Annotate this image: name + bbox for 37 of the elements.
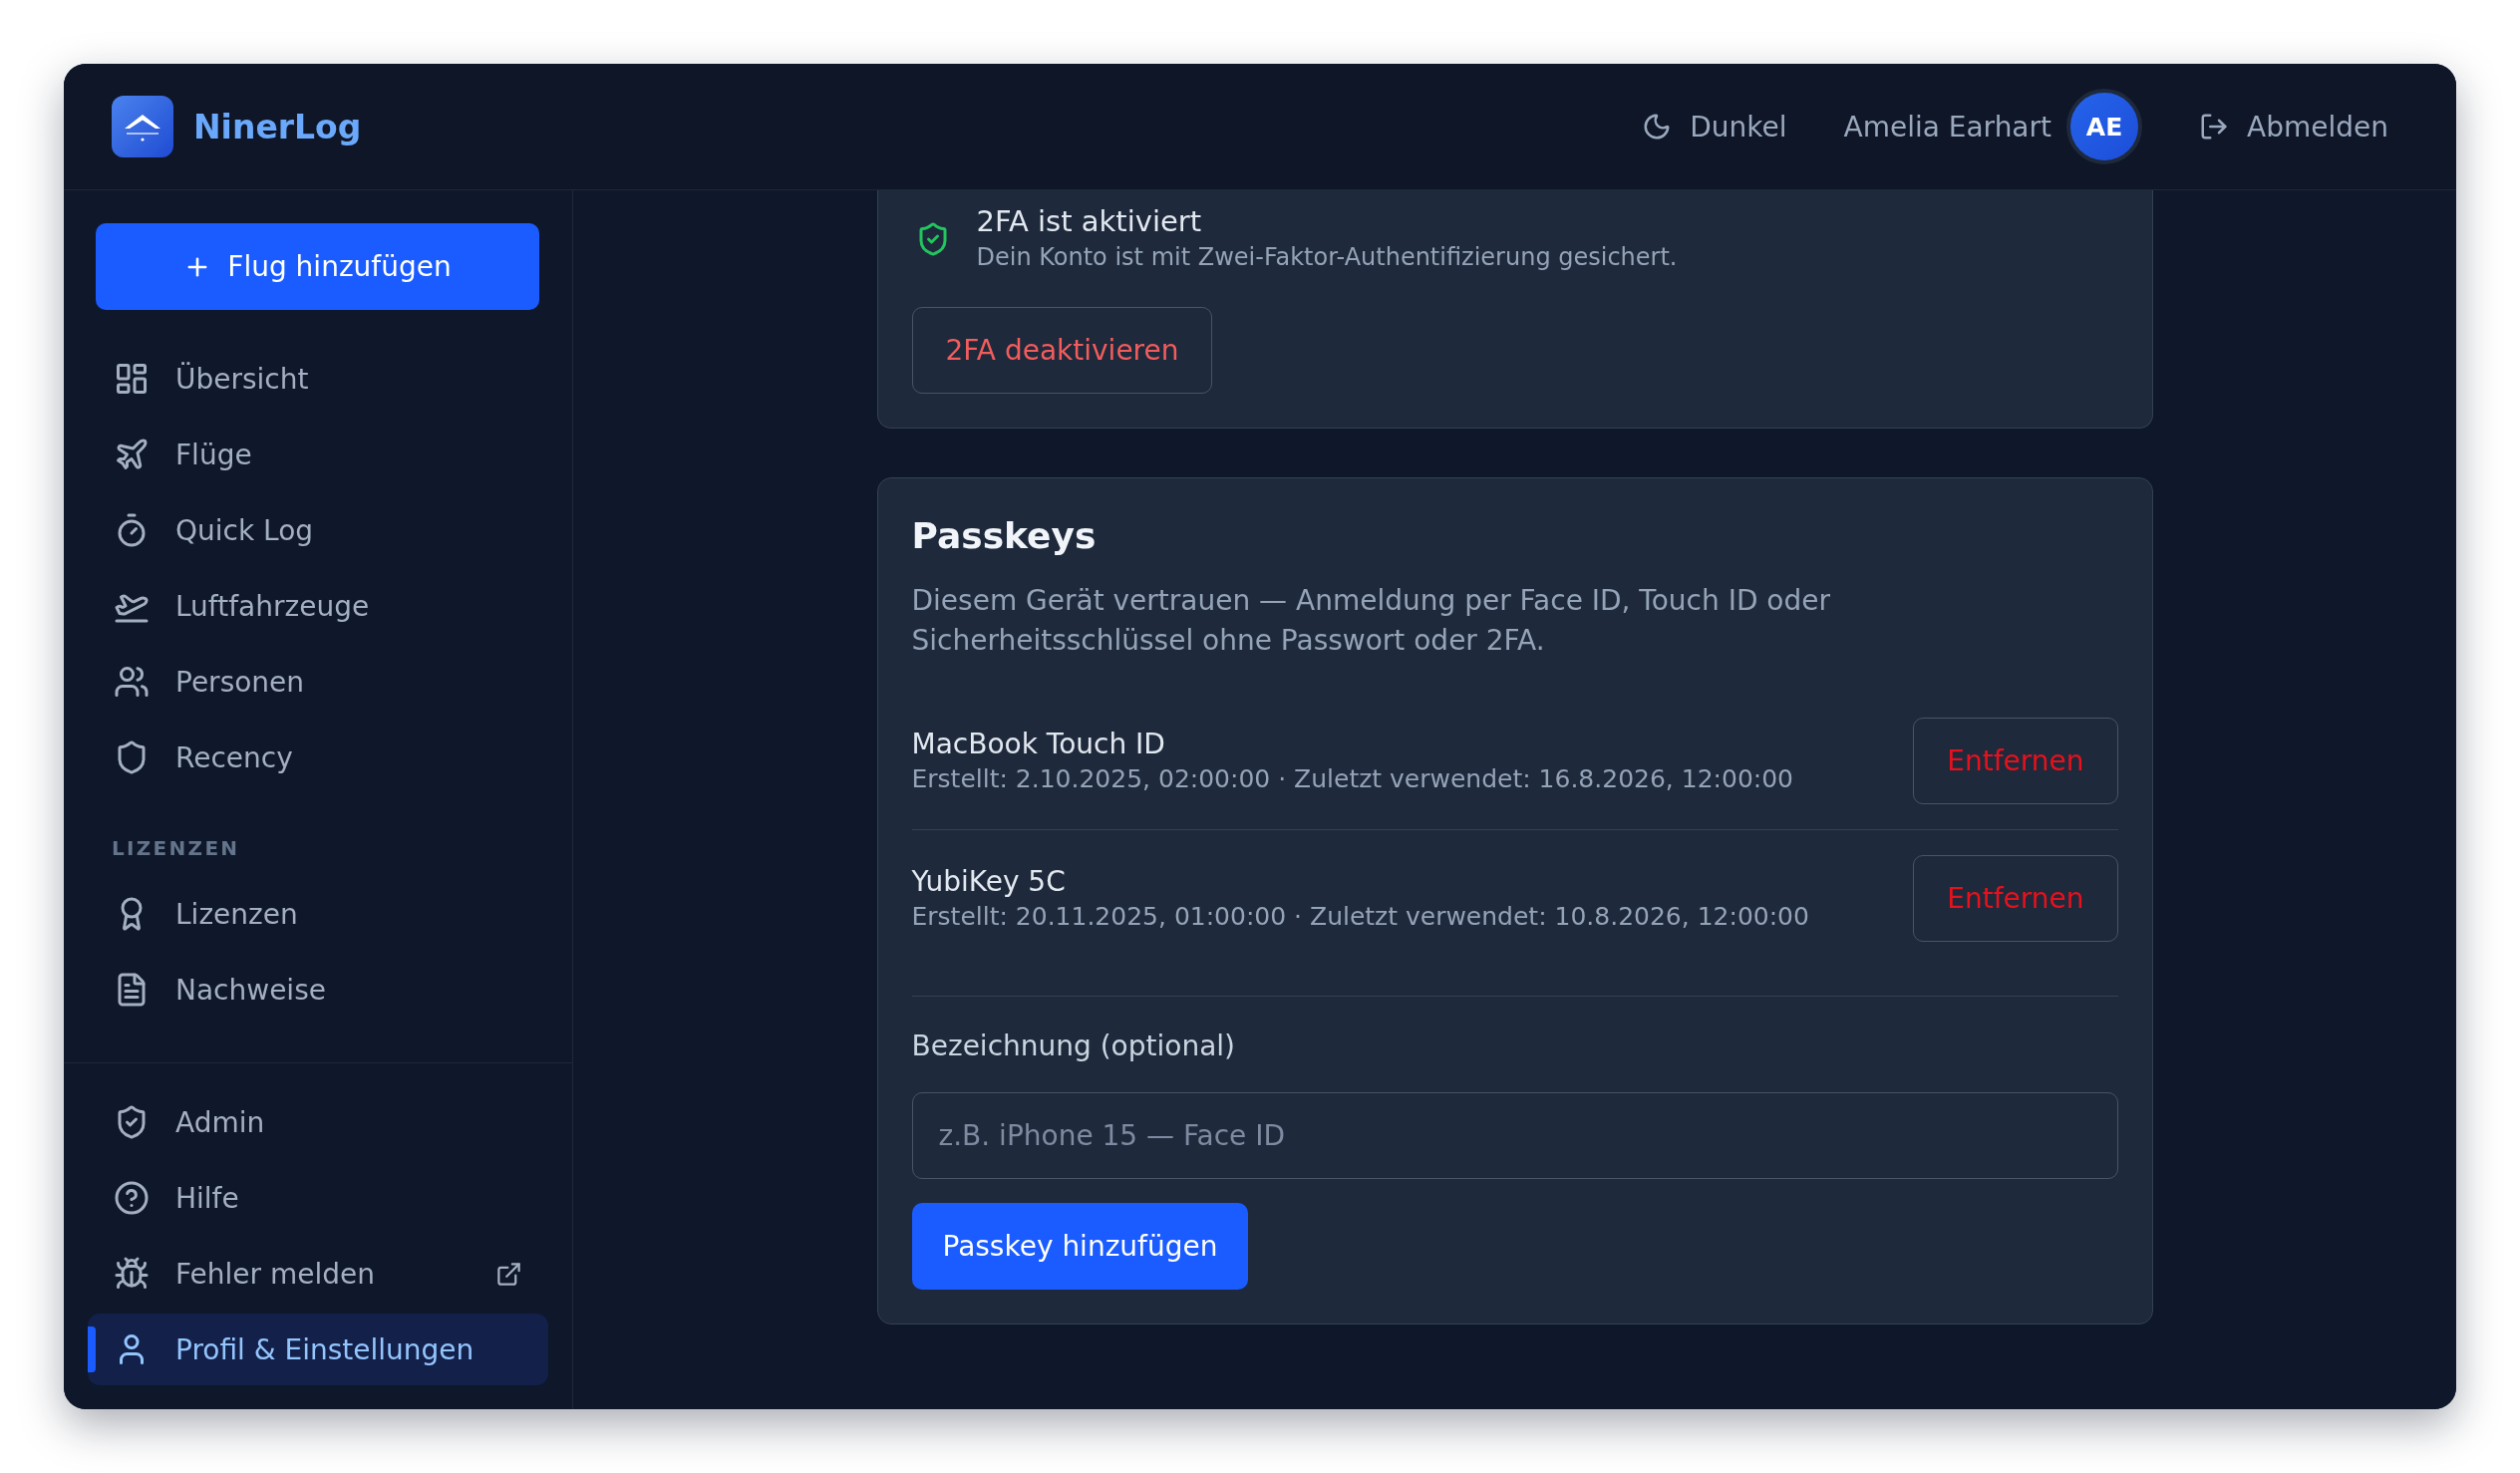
nav-item[interactable]: Nachweise [88, 954, 548, 1026]
avatar[interactable]: AE [2066, 89, 2143, 164]
nav-item[interactable]: Lizenzen [88, 878, 548, 950]
nav-item[interactable]: Quick Log [88, 494, 548, 566]
nav-item[interactable]: Recency [88, 722, 548, 793]
dashboard-icon [114, 361, 150, 397]
app-name: NinerLog [193, 107, 362, 147]
people-icon [114, 664, 150, 700]
logout-button[interactable]: Abmelden [2199, 110, 2388, 144]
nav-item[interactable]: Profil & Einstellungen [88, 1314, 548, 1385]
passkey-details: Erstellt: 20.11.2025, 01:00:00 · Zuletzt verwendet: 10.8.2026, 12:00:00 [911, 900, 1809, 933]
nav-item[interactable]: Admin [88, 1086, 548, 1158]
nav-item[interactable]: Hilfe [88, 1162, 548, 1234]
disable-2fa-button[interactable]: 2FA deaktivieren [911, 307, 1213, 394]
help-icon [114, 1180, 150, 1216]
nav-item[interactable]: Personen [88, 646, 548, 718]
two-factor-description: Dein Konto ist mit Zwei-Faktor-Authentifizierung gesichert. [976, 242, 1678, 273]
passkey-name: MacBook Touch ID [911, 726, 1166, 762]
logo-icon [112, 96, 173, 157]
user-name: Amelia Earhart [1843, 110, 2052, 144]
add-passkey-button[interactable]: Passkey hinzufügen [911, 1203, 1249, 1290]
theme-toggle[interactable]: Dunkel [1642, 110, 1787, 144]
card-title: Passkeys [911, 514, 1098, 558]
section-title: LIZENZEN [112, 835, 241, 862]
card-description: Diesem Gerät vertrauen — Anmeldung per Face ID, Touch ID oder Sicherheitsschlüssel ohne Passwort oder 2FA. [911, 583, 1831, 659]
plane-icon [114, 437, 150, 472]
field-label: Bezeichnung (optional) [911, 1029, 1235, 1064]
add-flight-button[interactable]: Flug hinzufügen [96, 223, 539, 310]
passkey-name-field[interactable]: z.B. iPhone 15 — Face ID [911, 1092, 2118, 1179]
nav-item[interactable]: Flüge [88, 419, 548, 490]
passkey-name: YubiKey 5C [911, 863, 1067, 900]
two-factor-status: 2FA ist aktiviert [976, 203, 1203, 239]
nav-item[interactable]: Luftfahrzeuge [88, 570, 548, 642]
nav-item[interactable]: Fehler melden [88, 1238, 548, 1310]
passkey-details: Erstellt: 2.10.2025, 02:00:00 · Zuletzt verwendet: 16.8.2026, 12:00:00 [911, 762, 1794, 795]
bug-icon [114, 1256, 150, 1292]
nav-item[interactable]: Übersicht [88, 343, 548, 415]
